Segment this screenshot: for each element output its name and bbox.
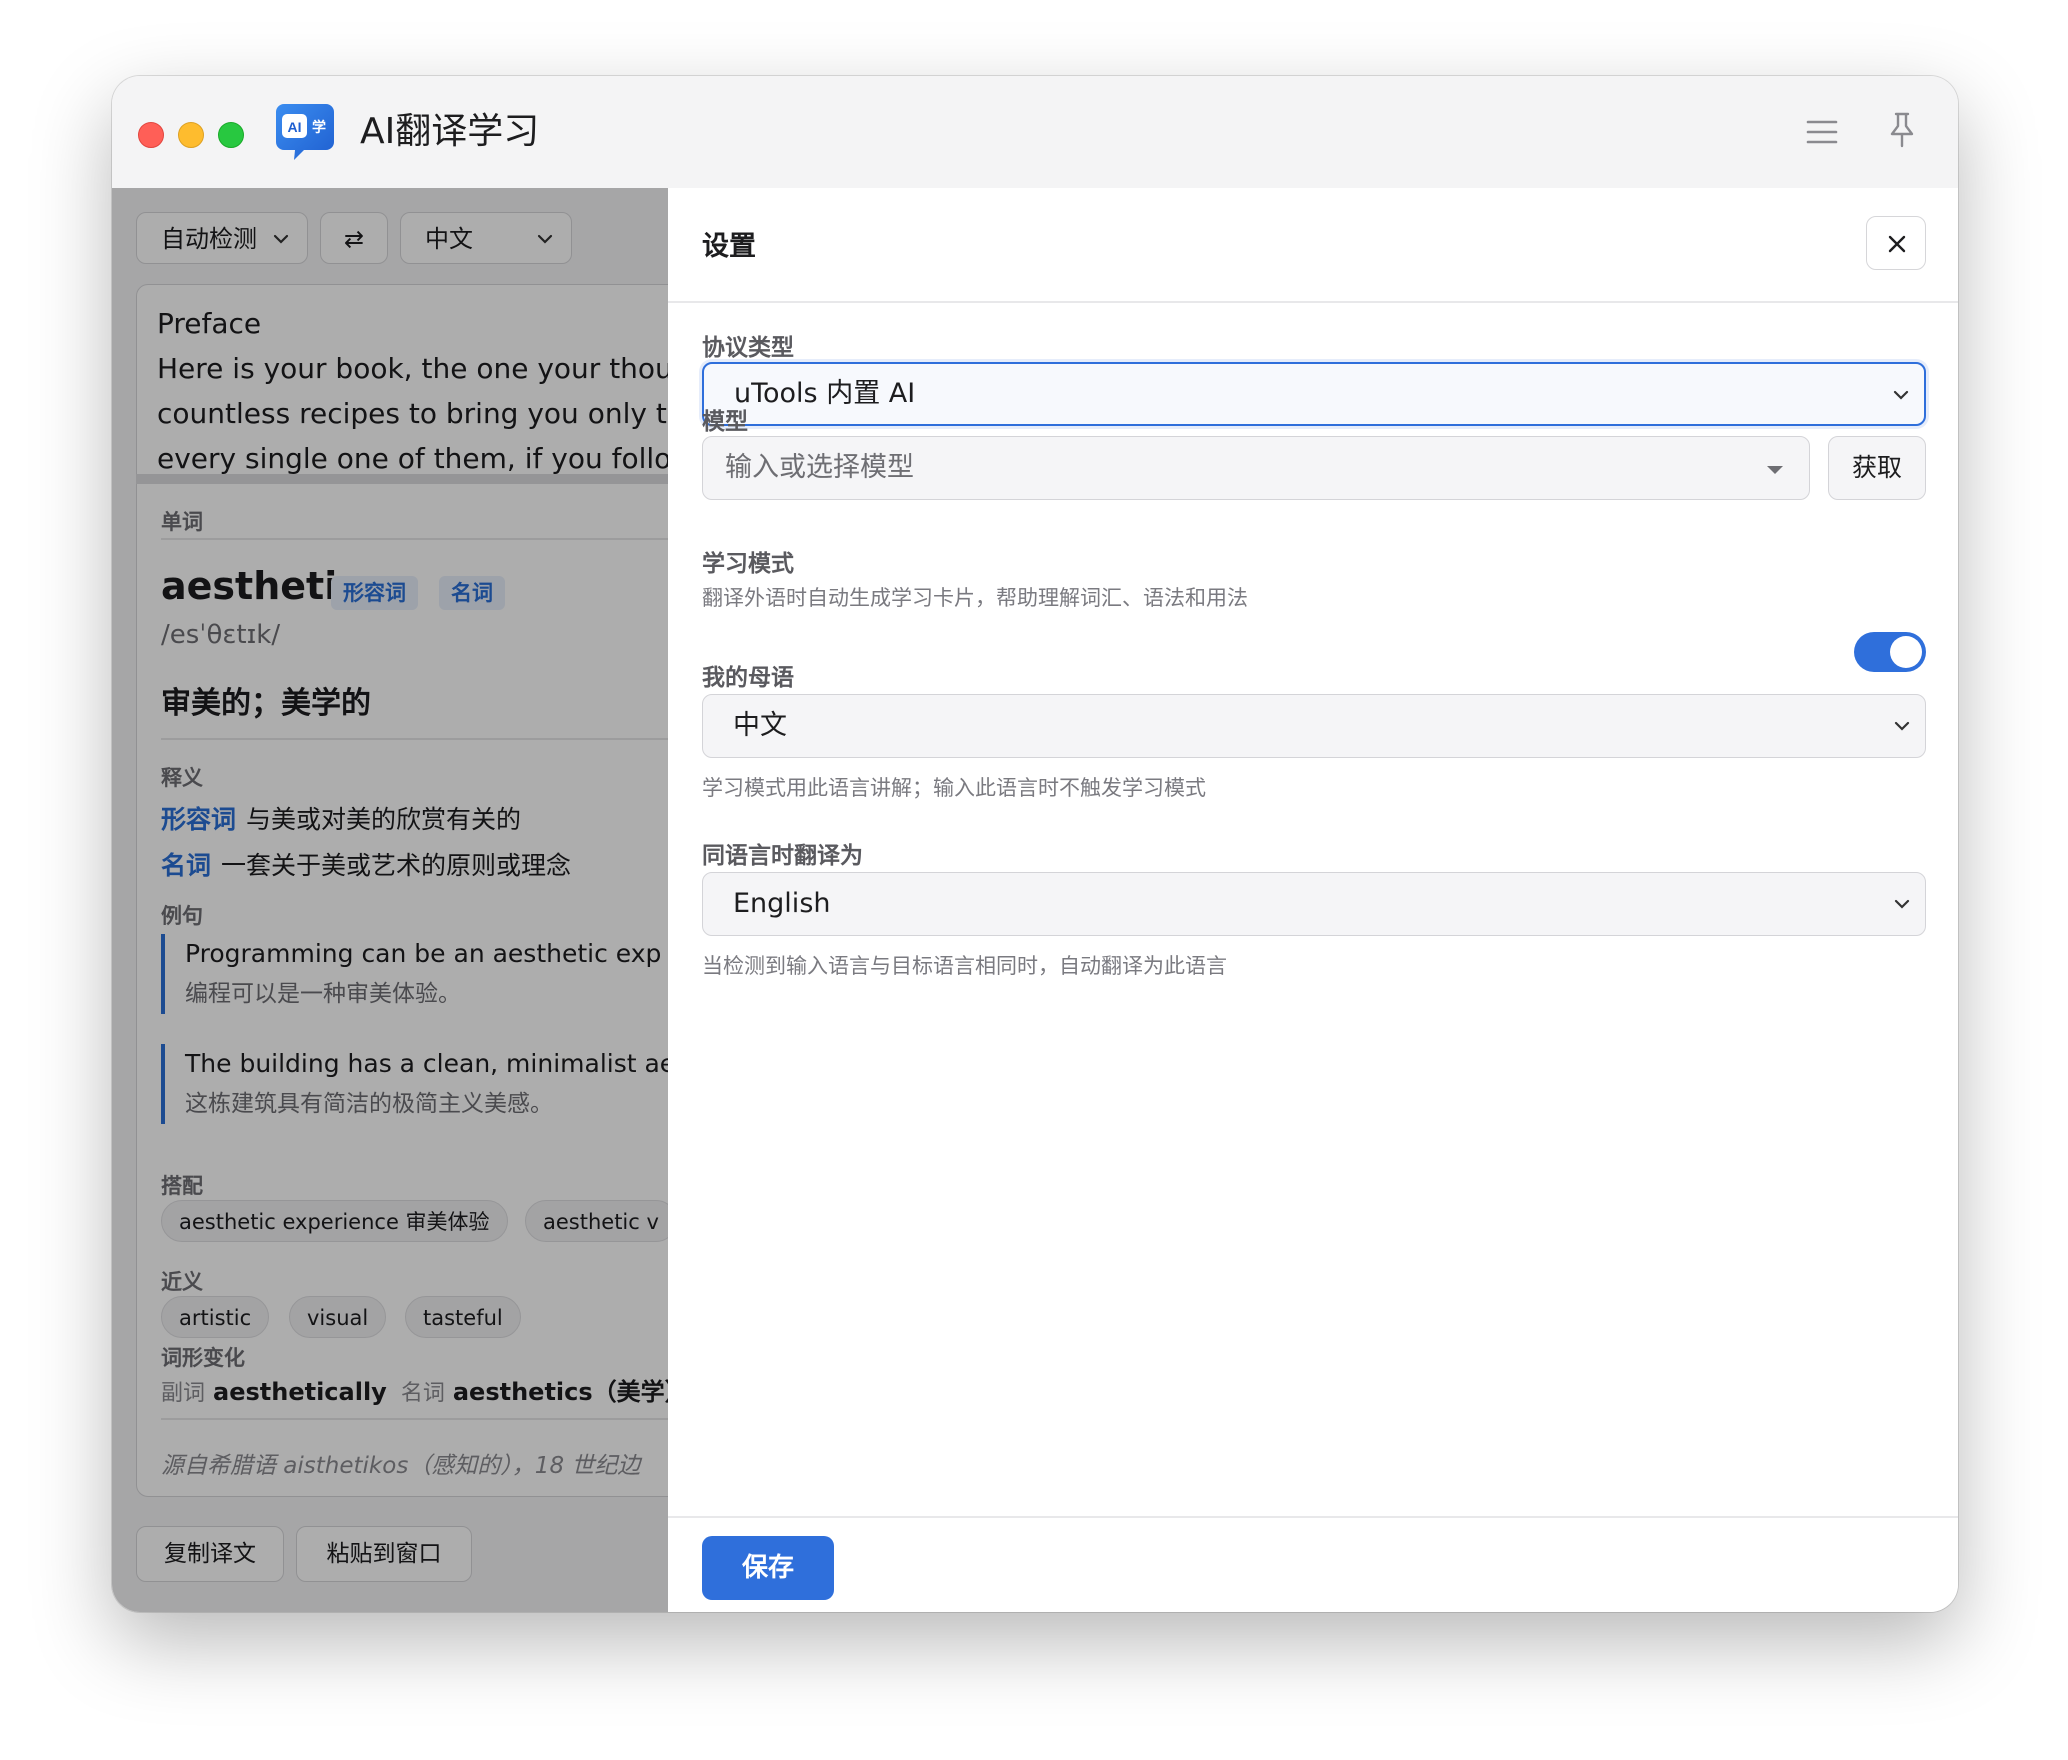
chevron-down-icon [1894, 721, 1910, 731]
svg-text:AI: AI [288, 119, 302, 135]
settings-header: 设置 [668, 188, 1958, 303]
native-language-value: 中文 [733, 710, 787, 741]
toggle-knob [1890, 636, 1922, 668]
protocol-label: 协议类型 [702, 335, 794, 361]
learning-mode-description: 翻译外语时自动生成学习卡片，帮助理解词汇、语法和用法 [702, 586, 1248, 610]
save-button[interactable]: 保存 [702, 1536, 834, 1600]
model-placeholder: 输入或选择模型 [725, 452, 914, 483]
learning-mode-toggle[interactable] [1854, 632, 1926, 672]
pin-icon[interactable] [1884, 110, 1920, 150]
chevron-down-icon [1894, 899, 1910, 909]
same-language-select[interactable]: English [702, 872, 1926, 936]
chevron-down-icon [1893, 390, 1909, 400]
app-logo-icon: AI 学 [276, 104, 334, 160]
same-language-hint: 当检测到输入语言与目标语言相同时，自动翻译为此语言 [702, 954, 1227, 978]
title-bar: AI 学 AI翻译学习 [112, 76, 1958, 189]
caret-down-icon [1767, 466, 1783, 474]
fetch-models-button[interactable]: 获取 [1828, 436, 1926, 500]
same-language-value: English [733, 888, 831, 919]
close-window-button[interactable] [138, 122, 164, 148]
app-window: AI 学 AI翻译学习 自动检测 ⇄ 中文 Preface Here is yo… [112, 76, 1958, 1612]
modal-backdrop[interactable] [112, 188, 668, 1612]
protocol-select[interactable]: uTools 内置 AI [702, 362, 1926, 426]
menu-icon[interactable] [1804, 114, 1840, 150]
close-icon [1888, 235, 1906, 253]
learning-mode-label: 学习模式 [702, 551, 794, 577]
native-language-label: 我的母语 [702, 665, 794, 691]
close-settings-button[interactable] [1866, 216, 1926, 270]
protocol-value: uTools 内置 AI [734, 378, 916, 409]
settings-title: 设置 [702, 231, 756, 262]
model-input[interactable]: 输入或选择模型 [702, 436, 1810, 500]
native-language-select[interactable]: 中文 [702, 694, 1926, 758]
zoom-window-button[interactable] [218, 122, 244, 148]
settings-panel: 设置 协议类型 uTools 内置 AI 模型 输入或选择模型 获取 学习模式 … [668, 188, 1958, 1612]
native-language-hint: 学习模式用此语言讲解；输入此语言时不触发学习模式 [702, 776, 1206, 800]
minimize-window-button[interactable] [178, 122, 204, 148]
svg-text:学: 学 [312, 119, 326, 136]
app-title: AI翻译学习 [360, 111, 540, 152]
same-language-label: 同语言时翻译为 [702, 843, 863, 869]
settings-footer: 保存 [668, 1516, 1958, 1612]
model-label: 模型 [702, 409, 748, 435]
